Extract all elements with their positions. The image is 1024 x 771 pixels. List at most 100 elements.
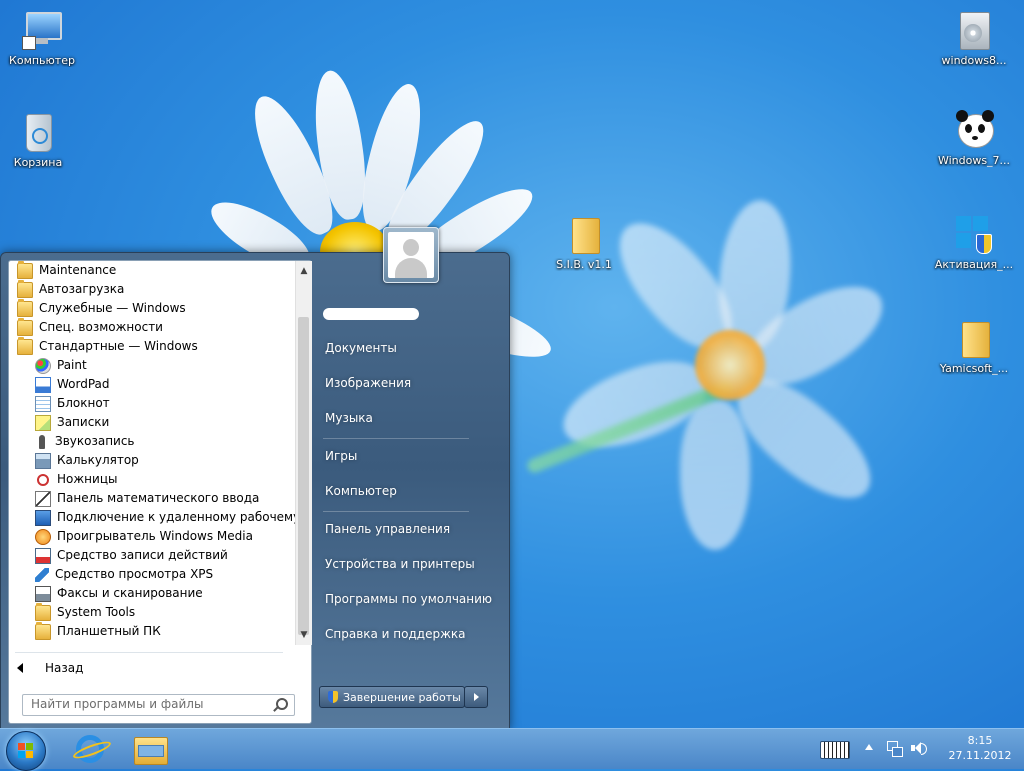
scrollbar-thumb[interactable]: [298, 317, 309, 635]
desktop-icon-label: Yamicsoft_...: [939, 362, 1009, 375]
taskbar: 8:15 27.11.2012: [0, 728, 1024, 771]
program-label: Автозагрузка: [39, 282, 125, 296]
program-list-scrollbar[interactable]: ▲ ▼: [295, 261, 312, 645]
back-button[interactable]: Назад: [17, 658, 83, 678]
desktop-icon-label: S.I.B. v1.1: [556, 258, 612, 271]
sticky-notes-icon: [35, 414, 51, 431]
program-label: Планшетный ПК: [57, 624, 161, 638]
shutdown-options-button[interactable]: [464, 686, 488, 708]
chevron-down-icon[interactable]: ▼: [296, 627, 312, 643]
program-item-accessibility[interactable]: Спец. возможности: [9, 318, 295, 337]
menu-item-computer[interactable]: Компьютер: [319, 477, 505, 505]
paint-icon: [35, 357, 51, 374]
program-item-maintenance[interactable]: Maintenance: [9, 261, 295, 280]
desktop-icon-yamicsoft[interactable]: Yamicsoft_...: [932, 318, 1016, 375]
xps-viewer-icon: [35, 567, 49, 582]
program-label: Блокнот: [57, 396, 110, 410]
clock-date: 27.11.2012: [948, 749, 1012, 762]
search-icon[interactable]: [276, 698, 288, 710]
program-item-xps-viewer[interactable]: Средство просмотра XPS: [9, 565, 295, 584]
menu-item-devices-printers[interactable]: Устройства и принтеры: [319, 550, 505, 578]
menu-item-default-programs[interactable]: Программы по умолчанию: [319, 585, 505, 613]
divider: [15, 652, 283, 653]
program-item-accessories[interactable]: Стандартные — Windows: [9, 337, 295, 356]
folder-icon: [17, 318, 33, 336]
microphone-icon: [39, 434, 45, 449]
desktop-icon-recycle-bin[interactable]: Корзина: [0, 112, 80, 169]
desktop-icon-label: Активация_...: [934, 258, 1014, 271]
folder-icon: [17, 337, 33, 355]
scissors-icon: [37, 473, 49, 486]
taskbar-file-explorer[interactable]: [130, 731, 170, 767]
menu-item-pictures[interactable]: Изображения: [319, 369, 505, 397]
desktop-icon-label: Windows_7...: [937, 154, 1011, 167]
shutdown-label: Завершение работы: [343, 690, 461, 704]
network-icon[interactable]: [886, 740, 903, 757]
program-label: System Tools: [57, 605, 136, 619]
clock[interactable]: 8:15 27.11.2012: [940, 733, 1020, 763]
program-item-notepad[interactable]: Блокнот: [9, 394, 295, 413]
program-item-autostart[interactable]: Автозагрузка: [9, 280, 295, 299]
show-hidden-icons-icon[interactable]: [865, 744, 873, 750]
start-menu: Maintenance Автозагрузка Служебные — Win…: [0, 227, 510, 730]
calculator-icon: [35, 452, 51, 469]
program-label: Проигрыватель Windows Media: [57, 529, 253, 543]
program-item-remote-desktop[interactable]: Подключение к удаленному рабочему стол: [9, 508, 295, 527]
program-label: Служебные — Windows: [39, 301, 186, 315]
program-item-sticky-notes[interactable]: Записки: [9, 413, 295, 432]
program-item-sound-recorder[interactable]: Звукозапись: [9, 432, 295, 451]
program-label: WordPad: [57, 377, 110, 391]
fax-scan-icon: [35, 585, 51, 602]
clock-time: 8:15: [967, 734, 993, 747]
program-item-system-tools[interactable]: System Tools: [9, 603, 295, 622]
shield-icon: [328, 691, 338, 703]
program-item-media-player[interactable]: Проигрыватель Windows Media: [9, 527, 295, 546]
search-box[interactable]: [22, 694, 295, 716]
desktop-icon-computer[interactable]: Компьютер: [0, 10, 84, 67]
program-item-wordpad[interactable]: WordPad: [9, 375, 295, 394]
program-item-snipping[interactable]: Ножницы: [9, 470, 295, 489]
menu-item-games[interactable]: Игры: [319, 442, 505, 470]
menu-item-control-panel[interactable]: Панель управления: [319, 515, 505, 543]
menu-item-documents[interactable]: Документы: [319, 334, 505, 362]
desktop-icon-windows8[interactable]: windows8...: [932, 10, 1016, 67]
user-name[interactable]: [323, 308, 419, 320]
notepad-icon: [35, 395, 51, 412]
user-avatar[interactable]: [383, 227, 439, 283]
program-item-system-windows[interactable]: Служебные — Windows: [9, 299, 295, 318]
search-input[interactable]: [23, 695, 271, 713]
program-item-steps-recorder[interactable]: Средство записи действий: [9, 546, 295, 565]
desktop-icon-activation[interactable]: Активация_...: [932, 214, 1016, 271]
touch-keyboard-icon[interactable]: [820, 741, 850, 759]
menu-item-music[interactable]: Музыка: [319, 404, 505, 432]
start-menu-right-pane: Документы Изображения Музыка Игры Компью…: [311, 227, 507, 723]
desktop-icon-label: Компьютер: [9, 54, 75, 67]
chevron-up-icon[interactable]: ▲: [296, 263, 312, 279]
start-button[interactable]: [6, 731, 46, 771]
back-label: Назад: [45, 661, 84, 675]
program-item-calculator[interactable]: Калькулятор: [9, 451, 295, 470]
desktop-icon-windows7[interactable]: Windows_7...: [932, 110, 1016, 167]
program-label: Калькулятор: [57, 453, 139, 467]
desktop-icon-sib[interactable]: S.I.B. v1.1: [542, 214, 626, 271]
taskbar-internet-explorer[interactable]: [70, 731, 113, 767]
folder-icon: [564, 214, 604, 254]
media-player-icon: [35, 528, 51, 545]
volume-icon[interactable]: [910, 740, 927, 756]
menu-item-help-support[interactable]: Справка и поддержка: [319, 620, 505, 648]
program-item-paint[interactable]: Paint: [9, 356, 295, 375]
back-arrow-icon: [17, 663, 23, 673]
program-item-fax-scan[interactable]: Факсы и сканирование: [9, 584, 295, 603]
folder-icon: [17, 299, 33, 317]
program-label: Стандартные — Windows: [39, 339, 198, 353]
program-label: Звукозапись: [55, 434, 135, 448]
program-label: Средство просмотра XPS: [55, 567, 214, 581]
program-label: Подключение к удаленному рабочему стол: [57, 510, 295, 524]
shutdown-button[interactable]: Завершение работы: [319, 686, 465, 708]
math-input-icon: [35, 490, 51, 507]
program-item-math-input[interactable]: Панель математического ввода: [9, 489, 295, 508]
folder-icon: [35, 603, 51, 621]
installer-icon: [954, 10, 994, 50]
panda-icon: [954, 110, 994, 150]
program-item-tablet-pc[interactable]: Планшетный ПК: [9, 622, 295, 641]
